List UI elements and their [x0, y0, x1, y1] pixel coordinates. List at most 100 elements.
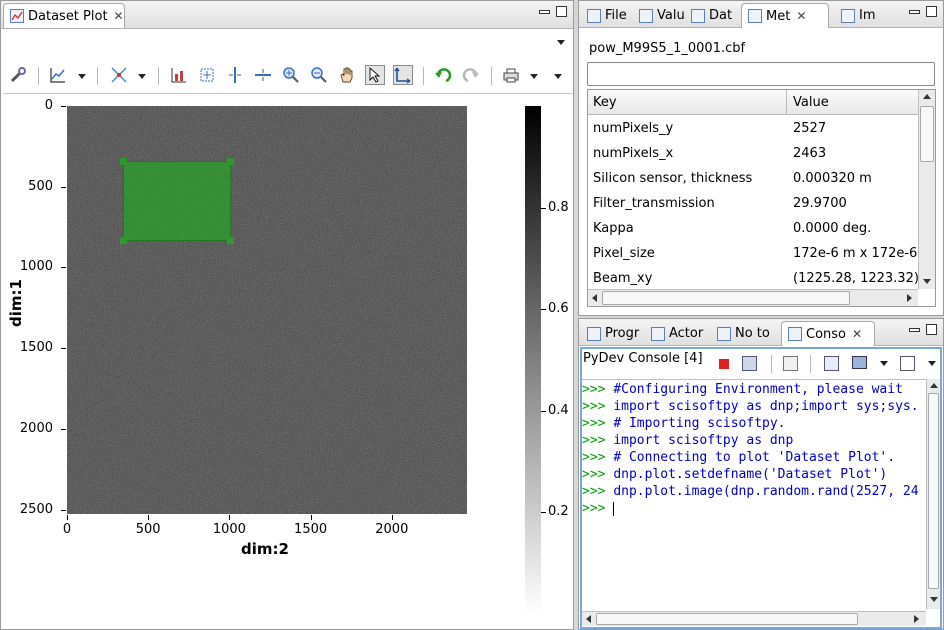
scroll-thumb[interactable]	[928, 393, 939, 589]
close-icon[interactable]: ✕	[852, 327, 862, 341]
redo-icon[interactable]	[461, 65, 481, 85]
console-prompt: >>>	[582, 416, 606, 431]
tab-notes[interactable]: No to	[711, 321, 779, 346]
display-console-dropdown-icon[interactable]	[880, 361, 888, 366]
filter-input[interactable]	[587, 62, 935, 86]
row-value: 2463	[793, 146, 827, 161]
y-tick-label: 1000	[19, 259, 53, 275]
print-icon[interactable]	[501, 65, 521, 85]
axes-dropdown-icon[interactable]	[138, 74, 146, 79]
axes-icon[interactable]	[109, 65, 129, 85]
chart-type-dropdown-icon[interactable]	[78, 74, 86, 79]
scroll-left-icon[interactable]	[592, 294, 597, 302]
table-row[interactable]: Filter_transmission 29.9700	[588, 191, 918, 216]
row-value: 2527	[793, 121, 827, 136]
plot-tabbar: Dataset Plot ✕	[1, 1, 573, 29]
row-value: 172e-6 m x 172e-6	[793, 246, 918, 261]
column-header-value[interactable]: Value	[793, 95, 829, 110]
roi-handle[interactable]	[120, 237, 127, 244]
zoom-out-icon[interactable]	[309, 65, 329, 85]
table-row[interactable]: numPixels_y 2527	[588, 116, 918, 141]
view-menu-icon[interactable]	[557, 40, 565, 45]
horizontal-profile-icon[interactable]	[253, 65, 273, 85]
table-row[interactable]: Pixel_size 172e-6 m x 172e-6	[588, 241, 918, 266]
vertical-scrollbar[interactable]	[918, 90, 935, 289]
y-tick-mark	[61, 509, 66, 511]
tab-image[interactable]: Im	[835, 3, 887, 28]
y-tick-label: 0	[44, 98, 53, 113]
scroll-up-icon[interactable]	[930, 383, 938, 388]
axes-select-icon[interactable]	[393, 65, 413, 85]
toolbar-separator	[97, 67, 98, 85]
scroll-up-icon[interactable]	[923, 94, 931, 99]
maximize-icon[interactable]	[556, 6, 567, 17]
maximize-icon[interactable]	[926, 324, 937, 335]
table-row[interactable]: Silicon sensor, thickness 0.000320 m	[588, 166, 918, 191]
horizontal-scrollbar[interactable]	[582, 611, 926, 626]
scroll-thumb[interactable]	[602, 291, 850, 305]
column-header-key[interactable]: Key	[593, 95, 617, 110]
zoom-box-icon[interactable]	[197, 65, 217, 85]
console-output[interactable]: >>> #Configuring Environment, please wai…	[582, 379, 926, 609]
open-console-icon[interactable]	[900, 356, 915, 371]
scroll-thumb[interactable]	[920, 106, 934, 162]
clear-console-icon[interactable]	[783, 356, 798, 371]
close-icon[interactable]: ✕	[114, 9, 124, 23]
toolbar-separator	[38, 67, 39, 85]
toolbar-separator	[810, 355, 811, 373]
tab-dataset-plot[interactable]: Dataset Plot ✕	[3, 3, 125, 28]
tab-file[interactable]: File	[581, 3, 633, 28]
minimize-icon[interactable]	[909, 10, 920, 14]
pin-console-icon[interactable]	[824, 356, 839, 371]
tab-data[interactable]: Dat	[685, 3, 739, 28]
scroll-down-icon[interactable]	[930, 597, 938, 602]
roi-handle[interactable]	[227, 237, 234, 244]
table-row[interactable]: numPixels_x 2463	[588, 141, 918, 166]
console-text: dnp.plot.image(dnp.random.rand(2527, 24	[613, 484, 919, 499]
minimize-icon[interactable]	[539, 10, 550, 14]
pan-hand-icon[interactable]	[337, 65, 357, 85]
roi-rectangle[interactable]	[120, 158, 234, 244]
column-divider[interactable]	[786, 90, 787, 115]
tab-progress[interactable]: Progr	[581, 321, 643, 346]
roi-handle[interactable]	[120, 158, 127, 165]
chart-type-icon[interactable]	[48, 65, 68, 85]
tab-progress-label: Progr	[605, 326, 640, 341]
terminate-icon[interactable]	[719, 359, 729, 369]
tab-actor[interactable]: Actor	[645, 321, 711, 346]
tab-metadata[interactable]: Met ✕	[741, 3, 829, 28]
row-key: numPixels_x	[593, 146, 674, 161]
tab-console[interactable]: Conso ✕	[781, 321, 875, 346]
display-console-icon[interactable]	[852, 356, 867, 369]
maximize-icon[interactable]	[926, 6, 937, 17]
print-dropdown-icon[interactable]	[530, 74, 538, 79]
zoom-in-icon[interactable]	[281, 65, 301, 85]
table-row[interactable]: Kappa 0.0000 deg.	[588, 216, 918, 241]
image-plot[interactable]	[67, 106, 467, 514]
roi-handle[interactable]	[227, 158, 234, 165]
console-title: PyDev Console [4]	[583, 351, 703, 366]
save-icon[interactable]	[742, 356, 757, 371]
scroll-right-icon[interactable]	[914, 615, 919, 623]
tab-value[interactable]: Valu	[633, 3, 685, 28]
vertical-profile-icon[interactable]	[225, 65, 245, 85]
console-icon	[788, 327, 802, 341]
y-tick-mark	[61, 348, 66, 350]
undo-icon[interactable]	[433, 65, 453, 85]
table-row[interactable]: Beam_xy (1225.28, 1223.32)	[588, 266, 919, 291]
tools-icon[interactable]	[8, 65, 28, 85]
scroll-right-icon[interactable]	[907, 294, 912, 302]
vertical-scrollbar[interactable]	[926, 379, 940, 609]
toolbar-menu-icon[interactable]	[554, 74, 562, 79]
open-console-dropdown-icon[interactable]	[928, 361, 936, 366]
actor-icon	[651, 326, 665, 341]
scroll-thumb[interactable]	[596, 613, 858, 625]
scroll-left-icon[interactable]	[586, 615, 591, 623]
pointer-icon[interactable]	[365, 65, 385, 85]
minimize-icon[interactable]	[909, 328, 920, 332]
horizontal-scrollbar[interactable]	[588, 289, 918, 306]
close-icon[interactable]: ✕	[796, 9, 806, 23]
scroll-down-icon[interactable]	[923, 279, 931, 284]
histogram-icon[interactable]	[169, 65, 189, 85]
x-tick-label: 1000	[212, 522, 246, 537]
